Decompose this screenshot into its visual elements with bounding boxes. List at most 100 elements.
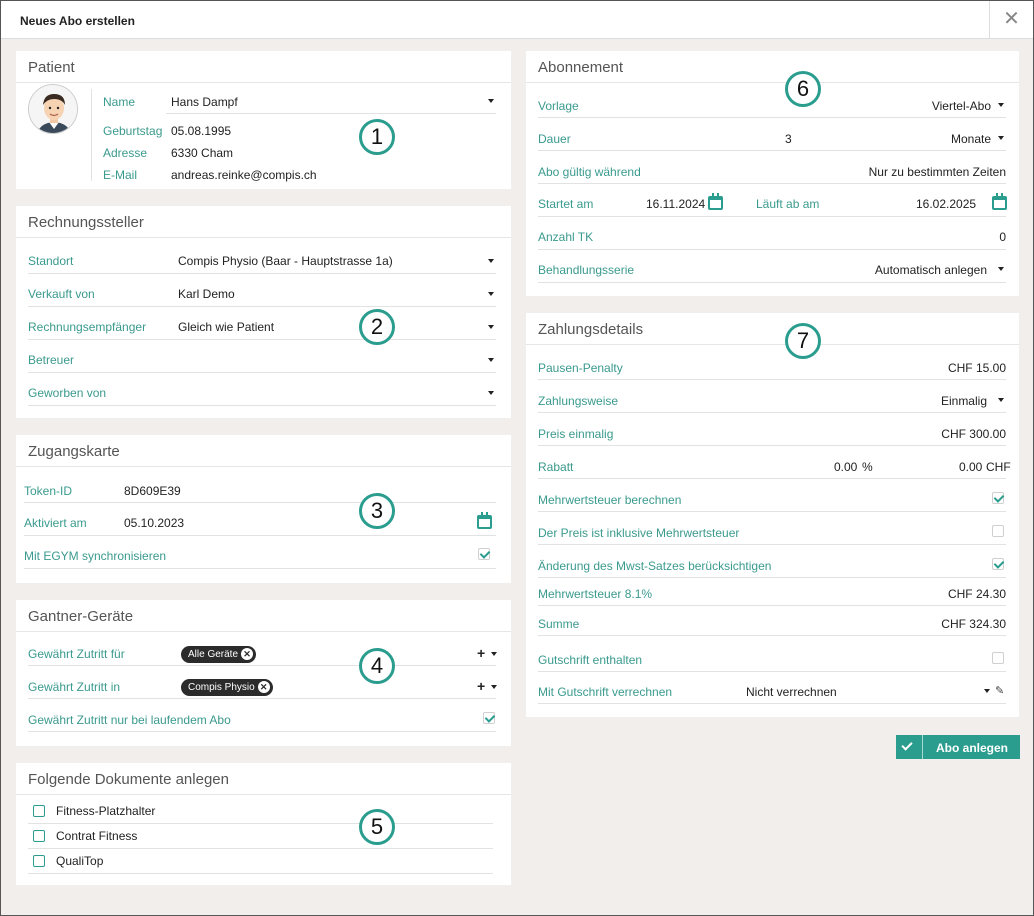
- remove-chip-icon[interactable]: ✕: [257, 681, 270, 693]
- patient-email-value: andreas.reinke@compis.ch: [171, 168, 317, 182]
- sum-value: CHF 324.30: [941, 617, 1006, 631]
- activated-date-input[interactable]: 05.10.2023: [124, 516, 184, 530]
- chevron-down-icon[interactable]: [491, 652, 497, 656]
- expires-label: Läuft ab am: [756, 197, 820, 211]
- duration-input[interactable]: 3: [785, 132, 792, 146]
- patient-birthday-label: Geburtstag: [103, 124, 163, 138]
- documents-card: Folgende Dokumente anlegen Fitness-Platz…: [16, 763, 511, 885]
- chevron-down-icon[interactable]: [488, 99, 494, 103]
- template-select[interactable]: Viertel-Abo: [932, 99, 991, 113]
- document-checkbox[interactable]: [33, 830, 45, 842]
- price-value[interactable]: CHF 300.00: [941, 427, 1006, 441]
- valid-during-label: Abo gültig während: [538, 165, 641, 179]
- vat-calc-checkbox[interactable]: [992, 492, 1004, 504]
- sold-by-select[interactable]: Karl Demo: [178, 287, 235, 301]
- document-checkbox[interactable]: [33, 805, 45, 817]
- calendar-icon[interactable]: [708, 193, 723, 210]
- marker-2: 2: [359, 309, 395, 345]
- documents-card-title: Folgende Dokumente anlegen: [28, 771, 229, 788]
- create-subscription-label: Abo anlegen: [936, 741, 1009, 755]
- subscription-card-title: Abonnement: [538, 59, 624, 76]
- discount-percent-input[interactable]: 0.00: [834, 460, 857, 474]
- patient-name-select[interactable]: Hans Dampf: [171, 95, 238, 109]
- recipient-label: Rechnungsempfänger: [28, 320, 147, 334]
- gantner-card-title: Gantner-Geräte: [28, 608, 134, 625]
- caretaker-select[interactable]: [488, 358, 494, 362]
- payment-method-select[interactable]: Einmalig: [941, 394, 987, 408]
- egym-checkbox[interactable]: [478, 548, 490, 560]
- token-value: 8D609E39: [124, 484, 181, 498]
- treatment-series-select[interactable]: Automatisch anlegen: [875, 263, 987, 277]
- expires-date-input[interactable]: 16.02.2025: [916, 197, 976, 211]
- patient-name-label: Name: [103, 95, 136, 109]
- dialog-titlebar: Neues Abo erstellen ✕: [1, 1, 1033, 39]
- payment-card-title: Zahlungsdetails: [538, 321, 644, 338]
- billing-card: Rechnungssteller Standort Compis Physio …: [16, 206, 511, 418]
- vat-change-label: Änderung des Mwst-Satzes berücksichtigen: [538, 559, 772, 573]
- sold-by-label: Verkauft von: [28, 287, 95, 301]
- vat-value: CHF 24.30: [947, 587, 1006, 601]
- dialog-title: Neues Abo erstellen: [20, 14, 135, 28]
- access-card: Zugangskarte Token-ID 8D609E39 Aktiviert…: [16, 435, 511, 583]
- dialog-window: Neues Abo erstellen ✕ Patient Name Hans …: [0, 0, 1034, 916]
- vat-change-checkbox[interactable]: [992, 558, 1004, 570]
- chevron-down-icon[interactable]: [491, 685, 497, 689]
- recipient-select[interactable]: Gleich wie Patient: [178, 320, 274, 334]
- sum-label: Summe: [538, 617, 580, 631]
- vat-inclusive-label: Der Preis ist inklusive Mehrwertsteuer: [538, 526, 740, 540]
- chevron-down-icon[interactable]: [488, 259, 494, 263]
- chip-label: Alle Geräte: [188, 649, 239, 660]
- close-icon[interactable]: ✕: [989, 1, 1033, 39]
- remove-chip-icon[interactable]: ✕: [241, 648, 254, 660]
- activated-label: Aktiviert am: [24, 516, 87, 530]
- add-icon[interactable]: +: [477, 678, 485, 694]
- start-date-input[interactable]: 16.11.2024: [646, 197, 705, 211]
- tk-count-value[interactable]: 0: [999, 230, 1006, 244]
- vat-calc-label: Mehrwertsteuer berechnen: [538, 493, 682, 507]
- access-for-chip[interactable]: Alle Geräte ✕: [181, 646, 257, 663]
- running-only-checkbox[interactable]: [483, 712, 495, 724]
- gantner-card: Gantner-Geräte Gewährt Zutritt für Alle …: [16, 600, 511, 746]
- treatment-series-label: Behandlungsserie: [538, 263, 635, 277]
- document-checkbox[interactable]: [33, 855, 45, 867]
- document-item: Contrat Fitness: [56, 829, 138, 843]
- chevron-down-icon[interactable]: [998, 267, 1004, 271]
- avatar: [28, 84, 78, 134]
- credit-checkbox[interactable]: [992, 652, 1004, 664]
- marker-3: 3: [359, 493, 395, 529]
- add-icon[interactable]: +: [477, 645, 485, 661]
- patient-address-label: Adresse: [103, 146, 148, 160]
- recruited-select[interactable]: [488, 391, 494, 395]
- valid-during-value[interactable]: Nur zu bestimmten Zeiten: [869, 165, 1006, 179]
- pencil-icon[interactable]: ✎: [995, 684, 1004, 697]
- offset-select[interactable]: Nicht verrechnen: [746, 685, 837, 699]
- chevron-down-icon[interactable]: [998, 103, 1004, 107]
- chip-label: Compis Physio: [188, 682, 255, 693]
- duration-unit-select[interactable]: Monate: [951, 132, 991, 146]
- chevron-down-icon[interactable]: [488, 292, 494, 296]
- payment-method-label: Zahlungsweise: [538, 394, 619, 408]
- penalty-value[interactable]: CHF 15.00: [948, 361, 1006, 375]
- subscription-card: Abonnement Vorlage Viertel-Abo Dauer 3 M…: [526, 51, 1019, 296]
- offset-label: Mit Gutschrift verrechnen: [538, 685, 673, 699]
- vat-inclusive-checkbox[interactable]: [992, 525, 1004, 537]
- location-label: Standort: [28, 254, 74, 268]
- payment-card: Zahlungsdetails Pausen-Penalty CHF 15.00…: [526, 313, 1019, 717]
- calendar-icon[interactable]: [992, 193, 1007, 210]
- patient-email-label: E-Mail: [103, 168, 138, 182]
- chevron-down-icon[interactable]: [998, 398, 1004, 402]
- template-label: Vorlage: [538, 99, 579, 113]
- document-item: Fitness-Platzhalter: [56, 804, 156, 818]
- access-in-chip[interactable]: Compis Physio ✕: [181, 679, 273, 696]
- chevron-down-icon[interactable]: [984, 689, 990, 693]
- discount-chf-input[interactable]: 0.00: [959, 460, 982, 474]
- calendar-icon[interactable]: [477, 512, 492, 529]
- chevron-down-icon[interactable]: [488, 325, 494, 329]
- create-subscription-button[interactable]: Abo anlegen: [896, 735, 1020, 759]
- patient-birthday-value: 05.08.1995: [171, 124, 232, 138]
- location-select[interactable]: Compis Physio (Baar - Hauptstrasse 1a): [178, 254, 393, 268]
- discount-label: Rabatt: [538, 460, 574, 474]
- tk-count-label: Anzahl TK: [538, 230, 594, 244]
- marker-4: 4: [359, 648, 395, 684]
- chevron-down-icon[interactable]: [998, 136, 1004, 140]
